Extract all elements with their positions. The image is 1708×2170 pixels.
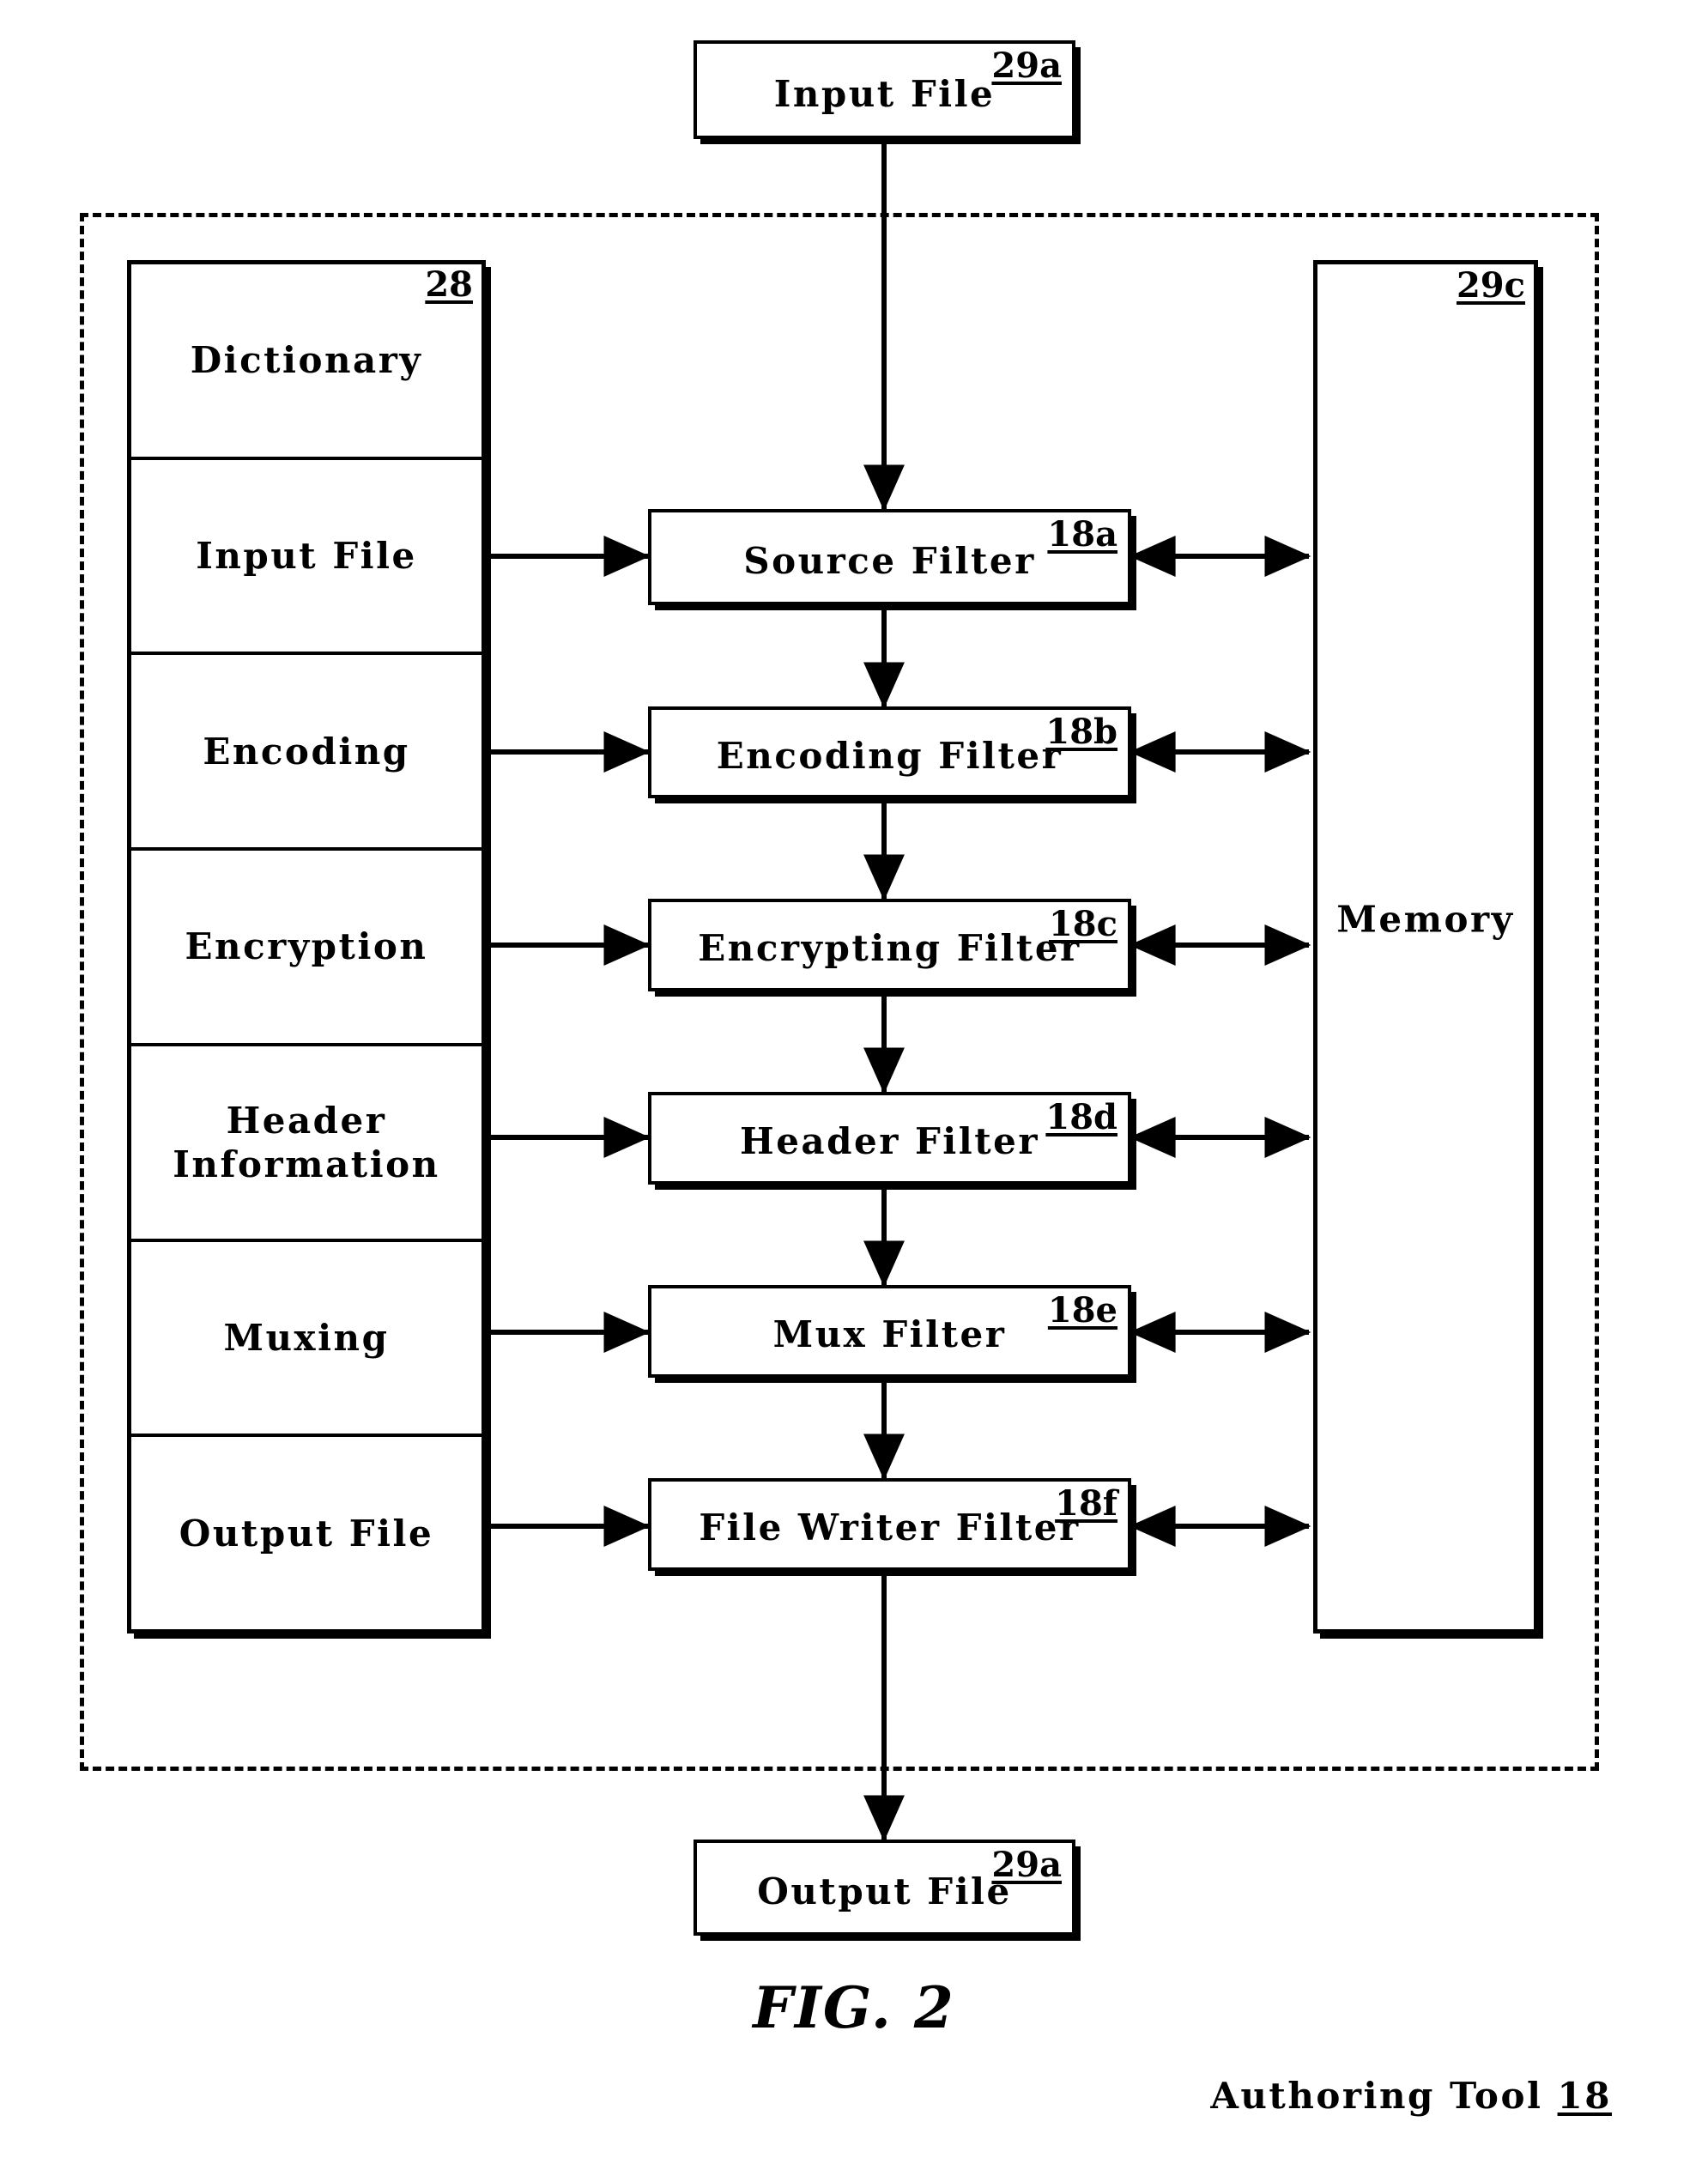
dictionary-row-output-file: Output File <box>179 1512 434 1555</box>
header-filter-box: 18d Header Filter <box>648 1092 1131 1185</box>
encrypting-filter-box: 18c Encrypting Filter <box>648 899 1131 991</box>
memory-label: Memory <box>1336 898 1515 941</box>
output-file-box: 29a Output File <box>693 1840 1075 1936</box>
mux-filter-label: Mux Filter <box>772 1313 1007 1355</box>
memory-box: 29c Memory <box>1313 260 1538 1634</box>
source-filter-box: 18a Source Filter <box>648 509 1131 605</box>
dictionary-row-muxing: Muxing <box>131 1242 482 1438</box>
dictionary-row-encoding: Encoding <box>131 655 482 852</box>
dictionary-row-header-information: Header Information <box>131 1046 482 1242</box>
input-file-label: Input File <box>773 73 996 115</box>
mux-filter-box: 18e Mux Filter <box>648 1285 1131 1378</box>
authoring-tool-caption: Authoring Tool 18 <box>1210 2075 1612 2117</box>
patent-figure-2: 29a Input File Authoring Tool 18 28 Dict… <box>0 0 1708 2170</box>
dictionary-row-input-file: Input File <box>131 460 482 656</box>
input-file-box: 29a Input File <box>693 40 1075 139</box>
dictionary-row-encryption: Encryption <box>131 851 482 1046</box>
authoring-tool-caption-ref: 18 <box>1557 2075 1612 2117</box>
file-writer-filter-label: File Writer Filter <box>699 1506 1081 1549</box>
header-filter-label: Header Filter <box>740 1120 1039 1162</box>
output-file-label: Output File <box>757 1870 1012 1912</box>
encrypting-filter-label: Encrypting Filter <box>698 927 1081 969</box>
dictionary-table: 28 Dictionary Input File Encoding Encryp… <box>127 260 486 1634</box>
encoding-filter-label: Encoding Filter <box>716 735 1063 777</box>
dictionary-row-dictionary: Dictionary <box>131 264 482 460</box>
file-writer-filter-box: 18f File Writer Filter <box>648 1478 1131 1571</box>
authoring-tool-caption-text: Authoring Tool <box>1210 2075 1558 2117</box>
encoding-filter-box: 18b Encoding Filter <box>648 706 1131 798</box>
memory-ref: 29c <box>1456 265 1525 306</box>
source-filter-label: Source Filter <box>743 540 1036 582</box>
figure-caption: FIG. 2 <box>753 1974 955 2041</box>
